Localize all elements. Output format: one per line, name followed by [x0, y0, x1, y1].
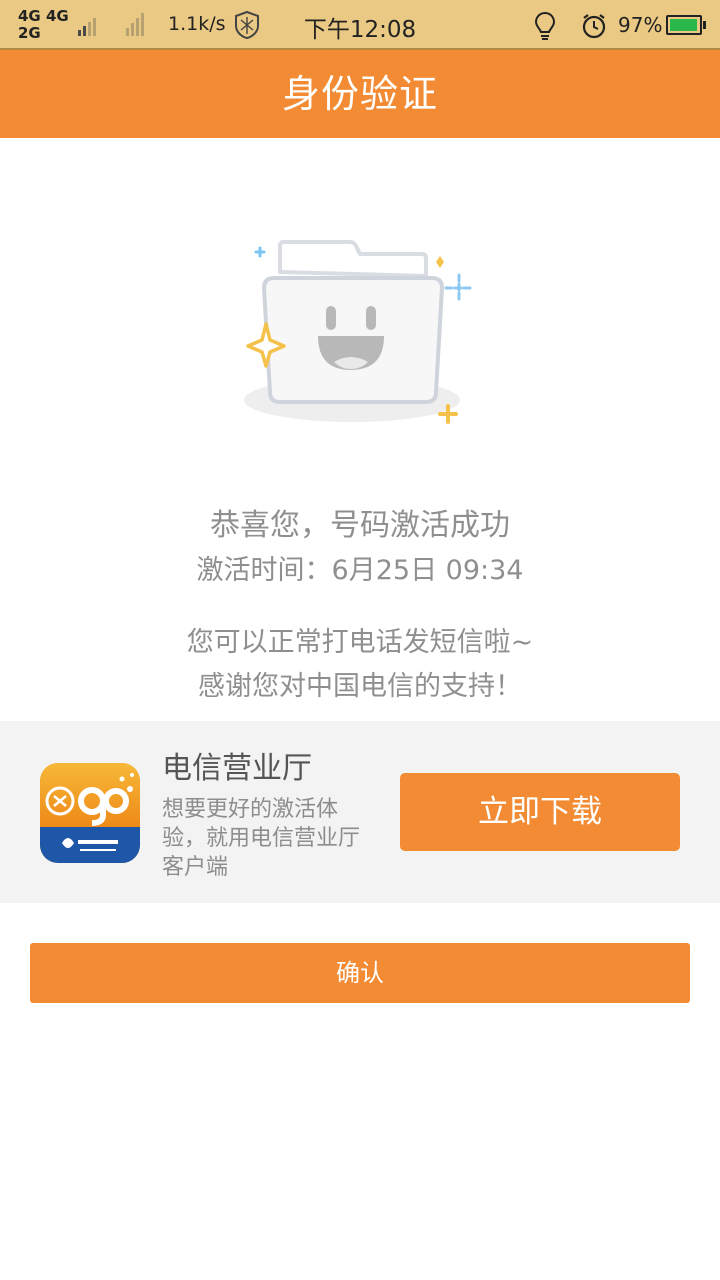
battery-percentage: 97% — [618, 13, 663, 37]
success-title: 恭喜您，号码激活成功 — [210, 508, 510, 543]
app-description: 想要更好的激活体验，就用电信营业厅客户端 — [162, 797, 361, 880]
success-note: 您可以正常打电话发短信啦~ — [186, 627, 534, 658]
clock: 下午12:08 — [303, 17, 417, 43]
go-logo-icon — [40, 773, 140, 863]
huango-app-icon — [40, 763, 140, 863]
battery-level-fill — [670, 19, 698, 31]
download-button[interactable]: 立即下载 — [400, 773, 680, 851]
confirm-button[interactable]: 确认 — [30, 943, 690, 1003]
activation-time: 激活时间：6月25日 09:34 — [196, 555, 524, 586]
bulb-icon — [534, 11, 556, 40]
app-promo-card: 电信营业厅 想要更好的激活体验，就用电信营业厅客户端 立即下载 — [0, 721, 720, 903]
app-name: 电信营业厅 — [162, 751, 312, 786]
thanks-note: 感谢您对中国电信的支持！ — [198, 671, 522, 702]
page-title: 身份验证 — [0, 50, 720, 138]
battery-icon — [666, 15, 706, 35]
status-bar: 4G 4G 2G 1.1k/s 下午12:08 97% — [0, 0, 720, 50]
smiling-folder-icon — [244, 240, 474, 424]
alarm-icon — [582, 14, 606, 39]
